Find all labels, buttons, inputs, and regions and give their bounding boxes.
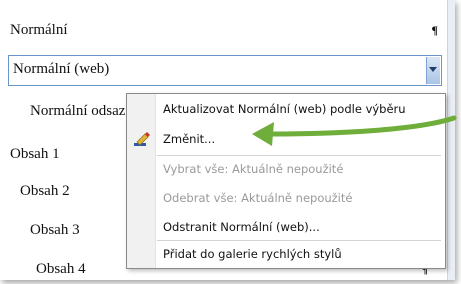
menu-separator [157,240,441,241]
style-label: Obsah 3 [30,222,80,238]
menu-item-label: Změnit... [163,132,216,146]
style-label: Obsah 2 [20,183,70,199]
paragraph-mark-icon: ¶ [431,23,438,37]
style-dropdown-button[interactable] [426,57,440,84]
menu-item-remove-all[interactable]: Odebrat vše: Aktuálně nepoužité [163,191,352,205]
menu-item-select-all[interactable]: Vybrat vše: Aktuálně nepoužité [163,162,343,176]
style-item-normalni-web-selected[interactable]: Normální (web) [8,55,442,86]
modify-style-icon [133,132,151,151]
chevron-down-icon [429,67,437,72]
menu-icon-gutter [127,94,156,268]
menu-separator [157,155,441,156]
menu-item-label: Přidat do galerie rychlých stylů [163,247,342,261]
menu-item-label: Vybrat vše: Aktuálně nepoužité [163,162,344,176]
menu-item-modify[interactable]: Změnit... [163,132,215,146]
style-label: Obsah 4 [36,261,86,277]
menu-item-delete-style[interactable]: Odstranit Normální (web)... [163,220,320,234]
menu-item-add-to-gallery[interactable]: Přidat do galerie rychlých stylů [163,247,342,261]
style-label: Normální [10,22,68,38]
style-label: Obsah 1 [10,146,60,162]
style-label: Normální (web) [13,61,110,77]
menu-item-label: Odstranit Normální (web)... [163,220,320,234]
annotation-arrow-icon [252,115,457,146]
menu-item-label: Odebrat vše: Aktuálně nepoužité [163,191,353,205]
